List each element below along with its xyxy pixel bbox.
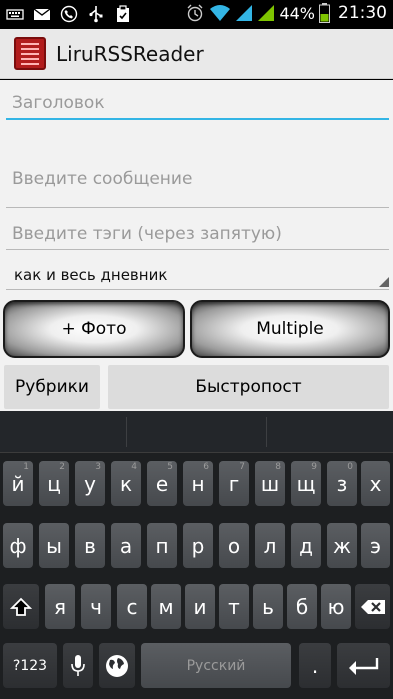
mic-icon [71,654,85,676]
globe-icon [106,654,128,677]
key-в[interactable]: в [75,523,105,568]
key-ы[interactable]: ы [39,523,69,568]
action-bar: LiruRSSReader [0,29,393,79]
language-key[interactable] [99,643,135,688]
key-й[interactable]: й1 [3,461,33,506]
key-б[interactable]: б [287,584,317,629]
space-key[interactable]: Русский [141,643,291,688]
clipboard-icon [117,5,129,22]
app-title: LiruRSSReader [56,42,204,66]
multiple-button[interactable]: Multiple [190,300,390,358]
key-ю[interactable]: ю [321,584,351,629]
message-input[interactable] [6,150,389,208]
key-о[interactable]: о [219,523,249,568]
post-form: как и весь дневник + Фото Multiple Рубри… [0,80,393,411]
enter-icon [348,657,378,675]
suggestion-strip[interactable] [0,411,393,453]
mail-icon [33,8,51,20]
add-photo-button[interactable]: + Фото [3,300,185,358]
status-bar: 44% 21:30 [0,0,393,29]
backspace-key[interactable] [355,584,390,629]
tags-input[interactable] [6,218,389,250]
soft-keyboard: й1 ц2 у3 к4 е5 н6 г7 ш8 щ9 з0 х ф ы в а … [0,411,393,699]
key-ч[interactable]: ч [81,584,111,629]
signal-icon [236,5,253,21]
visibility-spinner[interactable]: как и весь дневник [6,260,389,290]
battery-icon [319,3,330,23]
key-с[interactable]: с [117,584,147,629]
key-у[interactable]: у3 [75,461,105,506]
key-я[interactable]: я [45,584,75,629]
key-м[interactable]: м [151,584,181,629]
key-г[interactable]: г7 [219,461,249,506]
key-ш[interactable]: ш8 [255,461,285,506]
key-п[interactable]: п [147,523,177,568]
key-р[interactable]: р [183,523,213,568]
keyboard-icon [6,9,24,20]
enter-key[interactable] [337,643,390,688]
shift-key[interactable] [3,584,39,629]
key-д[interactable]: д [291,523,321,568]
key-э[interactable]: э [361,523,390,568]
symbols-key[interactable]: ?123 [3,643,57,688]
key-н[interactable]: н6 [183,461,213,506]
quick-post-button[interactable]: Быстропост [108,365,389,409]
call-icon [60,5,78,23]
shift-icon [10,597,32,616]
key-а[interactable]: а [111,523,141,568]
key-е[interactable]: е5 [147,461,177,506]
wifi-icon [210,5,231,21]
signal-icon-2 [258,5,275,21]
title-input[interactable] [6,88,389,120]
backspace-icon [360,599,385,614]
key-ц[interactable]: ц2 [39,461,69,506]
key-и[interactable]: и [185,584,215,629]
key-ф[interactable]: ф [3,523,33,568]
dropdown-arrow-icon [379,277,389,287]
rubrics-button[interactable]: Рубрики [4,365,100,409]
key-ь[interactable]: ь [253,584,283,629]
mic-key[interactable] [63,643,93,688]
battery-percent: 44% [279,3,315,23]
key-з[interactable]: з0 [327,461,357,506]
alarm-icon [187,4,203,22]
visibility-value: как и весь дневник [14,266,168,284]
key-л[interactable]: л [255,523,285,568]
usb-icon [89,6,103,23]
suggestion-divider [266,417,267,447]
period-key[interactable]: . [299,643,331,688]
key-х[interactable]: х [361,461,390,506]
app-logo-icon[interactable] [14,37,46,70]
suggestion-divider [126,417,127,447]
clock: 21:30 [338,3,387,23]
key-щ[interactable]: щ9 [291,461,321,506]
key-к[interactable]: к4 [111,461,141,506]
key-т[interactable]: т [219,584,249,629]
key-ж[interactable]: ж [327,523,357,568]
